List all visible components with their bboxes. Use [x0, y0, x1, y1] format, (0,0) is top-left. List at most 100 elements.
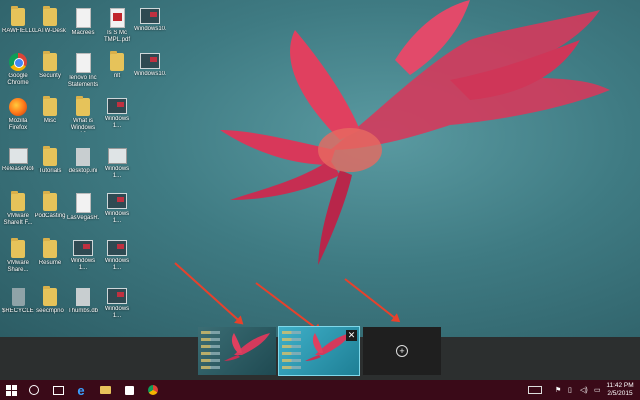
- task-view-button[interactable]: [47, 380, 69, 400]
- store-icon: [124, 385, 134, 395]
- volume-icon[interactable]: ◁): [580, 380, 590, 400]
- desktop-icon-label: $RECYCLE...: [2, 308, 34, 314]
- desktop-icon[interactable]: VMware Share...: [2, 238, 34, 274]
- search-button[interactable]: [23, 380, 45, 400]
- desktop-icon-label: What is Windows 10: [70, 118, 96, 131]
- desktop-icon[interactable]: Mozilla Firefox: [2, 98, 34, 132]
- desktop-icon-label: LasVegasR...: [67, 215, 99, 221]
- chrome-icon: [148, 385, 158, 395]
- desktop-icon[interactable]: Windows10...: [134, 53, 166, 78]
- desktop-icon[interactable]: Is S Mc TMPL.pdf: [101, 8, 133, 44]
- desktop-icon[interactable]: Thumbs.db: [67, 288, 99, 315]
- desktop-icon[interactable]: Resume: [34, 238, 66, 267]
- desktop-icon[interactable]: Windows 1...: [67, 240, 99, 272]
- desktop-icon[interactable]: Misc: [34, 96, 66, 125]
- folder-icon: [43, 6, 57, 26]
- desktop-icon[interactable]: ReleaseNotes: [2, 148, 34, 173]
- link-icon: [76, 288, 90, 306]
- desktop-icon-label: Windows 1...: [104, 116, 130, 129]
- folder-icon: [43, 238, 57, 258]
- new-desktop-button[interactable]: +: [363, 327, 441, 375]
- desktop-icon-label: VMware Share...: [6, 260, 29, 273]
- desktop-icon[interactable]: Macrees: [67, 8, 99, 37]
- folder-icon: [76, 96, 90, 116]
- desktop-icon-label: Windows 1...: [104, 211, 130, 224]
- desktop-icon[interactable]: PodCasting: [34, 191, 66, 220]
- clock[interactable]: 11:42 PM 2/5/2015: [605, 382, 635, 398]
- desktop-icon-label: VMware ShareIt F...: [3, 213, 33, 226]
- desktop-icon[interactable]: $RECYCLE...: [2, 288, 34, 315]
- internet-explorer-button[interactable]: e: [70, 380, 92, 400]
- desktop-icon-label: Windows 1...: [104, 258, 130, 271]
- shot-icon: [107, 288, 127, 304]
- folder-icon: [43, 96, 57, 116]
- mini-flower: [224, 333, 270, 361]
- network-icon[interactable]: ▯: [568, 380, 578, 400]
- desktop-icon[interactable]: lenovo Inc Statements: [67, 53, 99, 89]
- desktop-icon[interactable]: desktop.ini: [67, 148, 99, 175]
- shot-icon: [140, 53, 160, 69]
- desktop-icon[interactable]: Windows 1...: [101, 148, 133, 180]
- clock-date: 2/5/2015: [607, 390, 633, 397]
- trash-icon: [11, 288, 25, 306]
- shot-icon: [73, 240, 93, 256]
- desktop-icon[interactable]: Security: [34, 51, 66, 80]
- desktop-icon-label: Windows 1...: [104, 306, 130, 319]
- win-icon: [8, 148, 28, 164]
- ie-icon: e: [77, 382, 85, 398]
- desktop-icon[interactable]: nlt: [101, 51, 133, 80]
- file-explorer-button[interactable]: [94, 380, 116, 400]
- mini-icons: [291, 331, 301, 371]
- shot-icon: [107, 240, 127, 256]
- windows-logo-icon: [5, 384, 17, 396]
- desktop-icon-label: Windows 1...: [70, 258, 96, 271]
- desktop-icon[interactable]: LATW-Desk: [34, 6, 66, 35]
- desktop-icon-label: Resume: [38, 260, 62, 266]
- folder-icon: [11, 6, 25, 26]
- desktop-icon-label: Google Chrome: [7, 73, 29, 86]
- desktop-icon[interactable]: Windows 1...: [101, 98, 133, 130]
- desktop-icon[interactable]: Tutorials: [34, 146, 66, 175]
- plus-icon: +: [396, 345, 408, 357]
- desktop-icon[interactable]: Windows 1...: [101, 193, 133, 225]
- folder-icon: [11, 191, 25, 211]
- action-center-flag-icon[interactable]: ⚑: [555, 380, 565, 400]
- doc-icon: [75, 193, 91, 213]
- desktop-icon[interactable]: seecmpno: [34, 286, 66, 315]
- doc-icon: [75, 8, 91, 28]
- folder-icon: [43, 146, 57, 166]
- desktop-icon-label: Misc: [43, 118, 57, 124]
- chrome-icon: [9, 53, 27, 71]
- desktop-icon[interactable]: Google Chrome: [2, 53, 34, 87]
- close-desktop-button[interactable]: ✕: [346, 330, 357, 341]
- start-button[interactable]: [0, 380, 22, 400]
- desktop-thumbnail-2[interactable]: ✕: [278, 326, 360, 376]
- desktop-thumbnail-1[interactable]: [198, 327, 276, 375]
- keyboard-icon: [528, 386, 542, 394]
- desktop-icon-label: Mozilla Firefox: [8, 118, 28, 131]
- desktop-icon-label: LATW-Desk: [34, 28, 66, 34]
- desktop-icon[interactable]: VMware ShareIt F...: [2, 191, 34, 227]
- link-icon: [76, 148, 90, 166]
- desktop-icon-label: seecmpno: [36, 308, 64, 314]
- folder-icon: [11, 238, 25, 258]
- desktop-icon-label: Windows10...: [134, 71, 166, 77]
- desktop-icon[interactable]: What is Windows 10: [67, 96, 99, 132]
- folder-icon: [43, 51, 57, 71]
- desktop-icon-label: Windows10...: [134, 26, 166, 32]
- shot-icon: [140, 8, 160, 24]
- desktop-icon-label: Macrees: [71, 30, 95, 36]
- chrome-button[interactable]: [142, 380, 164, 400]
- keyboard-tray-button[interactable]: [528, 380, 542, 400]
- desktop-icon[interactable]: LasVegasR...: [67, 193, 99, 222]
- desktop-icon[interactable]: Windows 1...: [101, 288, 133, 320]
- notification-icon[interactable]: ▭: [594, 380, 603, 400]
- desktop-icon[interactable]: RAWFIELLO: [2, 6, 34, 35]
- shot-icon: [107, 98, 127, 114]
- store-button[interactable]: [118, 380, 140, 400]
- desktop-icon[interactable]: Windows10...: [134, 8, 166, 33]
- search-icon: [29, 385, 39, 395]
- desktop-icon-label: lenovo Inc Statements: [67, 75, 99, 88]
- desktop-icon-label: nlt: [113, 73, 121, 79]
- desktop-icon[interactable]: Windows 1...: [101, 240, 133, 272]
